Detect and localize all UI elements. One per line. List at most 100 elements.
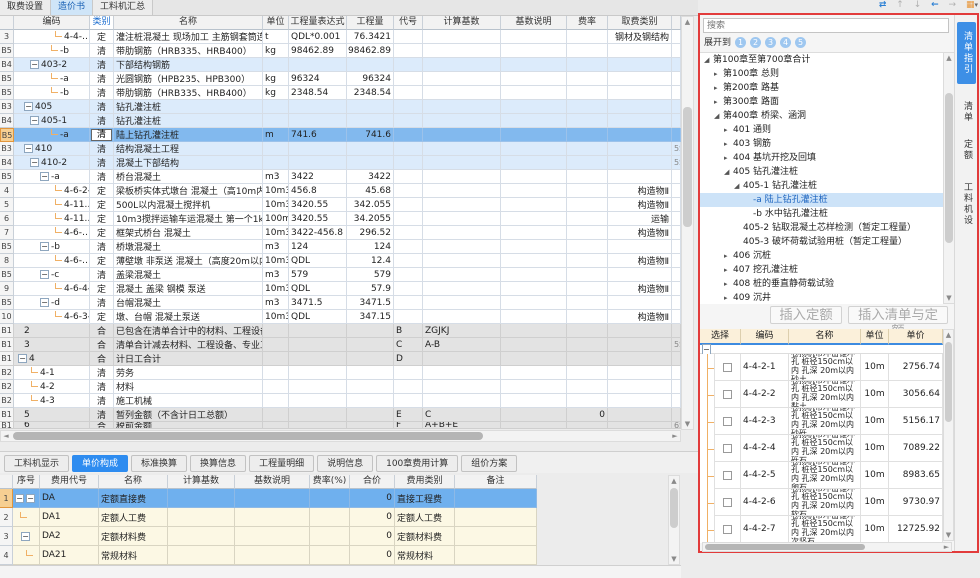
collapse-node-icon[interactable]: − [30, 60, 39, 69]
cell-expr[interactable]: 124 [289, 240, 347, 254]
cell-num[interactable]: 7 [0, 226, 14, 240]
main-table-vscrollbar[interactable]: ▲ ▼ [681, 16, 694, 430]
price-cell-code[interactable]: 4-4-2-6 [741, 489, 789, 516]
cell-dm[interactable] [394, 128, 423, 142]
cell-cat[interactable]: 清 [90, 394, 114, 408]
cell-dm[interactable] [394, 72, 423, 86]
cell-base[interactable] [423, 240, 501, 254]
collapsed-icon[interactable]: ▸ [724, 151, 733, 165]
fee-cell-code[interactable]: DA1 [40, 508, 99, 527]
cell-base[interactable]: A-B [423, 338, 501, 352]
cell-code[interactable]: 5 [14, 408, 90, 422]
column-header-name[interactable]: 名称 [114, 16, 263, 30]
column-header-dm[interactable]: 代号 [394, 16, 423, 30]
collapse-node-icon[interactable]: − [40, 242, 49, 251]
cell-unit[interactable]: kg [263, 72, 289, 86]
price-cell-unit[interactable]: 10m [861, 408, 889, 435]
fee-column-header-name[interactable]: 名称 [99, 475, 168, 489]
cell-name[interactable]: 台帽混凝土 [114, 296, 263, 310]
cell-cat[interactable]: 清 [90, 86, 114, 100]
cell-rate[interactable] [567, 296, 608, 310]
cell-rate[interactable] [567, 268, 608, 282]
cell-rate[interactable] [567, 170, 608, 184]
cell-desc[interactable] [501, 128, 567, 142]
vscroll-thumb[interactable] [945, 93, 953, 243]
collapse-node-icon[interactable]: − [15, 494, 24, 503]
price-column-header-price[interactable]: 单价 [889, 329, 943, 345]
price-cell-price[interactable]: 2756.74 [889, 354, 943, 381]
cell-qty[interactable]: 12.4 [347, 254, 394, 268]
cell-dm[interactable]: D [394, 352, 423, 366]
fee-cell-desc[interactable] [235, 489, 310, 508]
table-row[interactable]: 104-6-3-2定墩、台帽 混凝土泵送10m3…QDL347.15构造物Ⅱ [0, 310, 681, 324]
cell-desc[interactable] [501, 240, 567, 254]
cell-rate[interactable] [567, 212, 608, 226]
cell-name[interactable]: 薄壁墩 非泵送 混凝土（高度20m以内） [114, 254, 263, 268]
cell-rate[interactable] [567, 142, 608, 156]
cell-expr[interactable]: 3420.55 [289, 198, 347, 212]
collapsed-icon[interactable]: ▸ [714, 67, 723, 81]
cell-dm[interactable] [394, 380, 423, 394]
cell-num[interactable]: B5 [0, 128, 14, 142]
cell-fee[interactable] [608, 408, 672, 422]
price-cell-name[interactable]: 卷扬机带冲击锥冲孔 桩径150cm以内 孔深 20m以内 砂土 [789, 354, 861, 381]
side-tab-3[interactable]: 定额 [957, 135, 976, 165]
cell-qty[interactable]: 579 [347, 268, 394, 282]
expanded-icon[interactable]: ◢ [734, 179, 743, 193]
cell-expr[interactable] [289, 422, 347, 429]
cell-rate[interactable] [567, 366, 608, 380]
cell-name[interactable]: 施工机械 [114, 394, 263, 408]
cell-cat[interactable]: 合 [90, 324, 114, 338]
cell-qty[interactable] [347, 338, 394, 352]
cell-code[interactable]: −-a [14, 170, 90, 184]
price-cell-price[interactable]: 5156.17 [889, 408, 943, 435]
price-cell-select[interactable] [715, 462, 741, 489]
cell-cat[interactable]: 清 [90, 142, 114, 156]
cell-rate[interactable] [567, 240, 608, 254]
cell-qty[interactable] [347, 366, 394, 380]
cell-code[interactable]: −-b [14, 240, 90, 254]
filter-icon[interactable]: ▦▾ [966, 0, 978, 10]
fee-cell-total[interactable]: 0 [350, 527, 395, 546]
cell-base[interactable] [423, 268, 501, 282]
move-up-icon[interactable]: ↑ [896, 0, 904, 10]
collapsed-icon[interactable]: ▸ [724, 263, 733, 277]
cell-fee[interactable] [608, 380, 672, 394]
cell-unit[interactable]: m [263, 128, 289, 142]
cell-desc[interactable] [501, 226, 567, 240]
price-cell-unit[interactable]: 10m [861, 489, 889, 516]
column-header-expr[interactable]: 工程量表达式 [289, 16, 347, 30]
cell-desc[interactable] [501, 72, 567, 86]
column-header-fee[interactable]: 取费类别 [608, 16, 672, 30]
cell-clip[interactable] [672, 128, 681, 142]
cell-fee[interactable] [608, 422, 672, 429]
cell-code[interactable]: 4-11… [14, 212, 90, 226]
cell-num[interactable]: 8 [0, 254, 14, 268]
cell-cat[interactable]: 清 [90, 44, 114, 58]
cell-cat[interactable]: 定 [90, 254, 114, 268]
table-row[interactable]: B5−-b清桥墩混凝土m3124124 [0, 240, 681, 254]
tree-item[interactable]: ◢第100章至第700章合计 [700, 53, 943, 67]
price-table-hscrollbar[interactable]: ► [702, 542, 952, 552]
scroll-left-icon[interactable]: ◄ [1, 431, 11, 442]
price-cell-select[interactable] [715, 489, 741, 516]
cell-unit[interactable] [263, 366, 289, 380]
fee-column-header-total[interactable]: 合价 [350, 475, 395, 489]
cell-rate[interactable] [567, 310, 608, 324]
cell-expr[interactable]: 3422 [289, 170, 347, 184]
cell-qty[interactable]: 124 [347, 240, 394, 254]
expanded-icon[interactable]: ◢ [714, 109, 723, 123]
column-header-qty[interactable]: 工程量 [347, 16, 394, 30]
cell-clip[interactable] [672, 170, 681, 184]
table-row[interactable]: 84-6-…定薄壁墩 非泵送 混凝土（高度20m以内）10m3…QDL12.4构… [0, 254, 681, 268]
cell-cat[interactable]: 清 [90, 366, 114, 380]
cell-fee[interactable]: 构造物Ⅱ [608, 310, 672, 324]
cell-name[interactable]: 带肋钢筋（HRB335、HRB400） [114, 86, 263, 100]
cell-fee[interactable]: 构造物Ⅱ [608, 184, 672, 198]
cell-dm[interactable] [394, 240, 423, 254]
fee-table-vscrollbar[interactable]: ▲ ▼ [668, 475, 680, 565]
cell-name[interactable]: 陆上钻孔灌注桩 [114, 128, 263, 142]
cell-rate[interactable] [567, 156, 608, 170]
cell-base[interactable] [423, 86, 501, 100]
cell-rate[interactable] [567, 128, 608, 142]
